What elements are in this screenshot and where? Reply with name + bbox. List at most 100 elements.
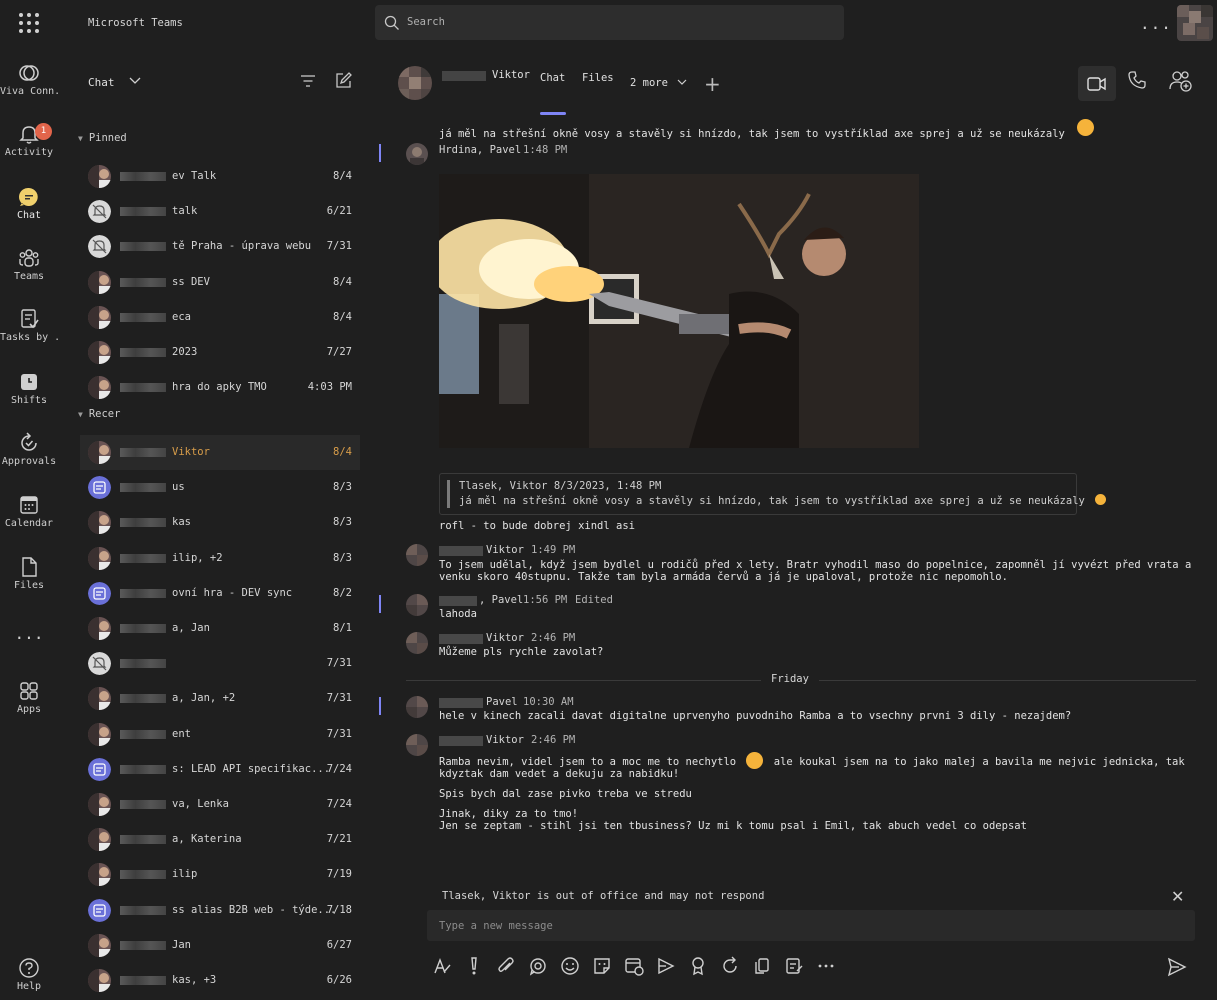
chat-list-item-date: 6/21 xyxy=(326,205,352,218)
more-options-icon[interactable] xyxy=(816,956,836,976)
rail-files[interactable]: Files xyxy=(0,556,58,614)
video-call-button[interactable] xyxy=(1078,66,1116,101)
chat-list-item[interactable]: 2023 7/27 xyxy=(80,335,360,370)
my-message-indicator xyxy=(379,595,381,613)
chat-list-header[interactable]: Chat xyxy=(88,76,141,89)
search-input[interactable]: Search xyxy=(375,5,844,40)
rail-help[interactable]: Help xyxy=(0,957,58,1000)
profile-avatar[interactable] xyxy=(1177,5,1213,41)
chat-list-item[interactable]: ilip, +2 8/3 xyxy=(80,541,360,576)
new-chat-icon[interactable] xyxy=(335,72,352,89)
recent-section-header[interactable]: ▼ Recer xyxy=(78,408,120,420)
chat-list-item[interactable]: va, Lenka 7/24 xyxy=(80,787,360,822)
shared-image[interactable] xyxy=(439,174,919,448)
chat-list-item[interactable]: ev Talk 8/4 xyxy=(80,159,360,194)
chat-list-item[interactable]: a, Jan 8/1 xyxy=(80,611,360,646)
close-icon[interactable]: ✕ xyxy=(1171,887,1184,906)
message-compose-box[interactable]: Type a new message xyxy=(427,910,1195,941)
chat-name-redacted xyxy=(120,870,166,880)
rail-approvals[interactable]: Approvals xyxy=(0,432,58,490)
avatar xyxy=(88,305,111,329)
rail-calendar[interactable]: Calendar xyxy=(0,494,58,552)
chat-list-item[interactable]: Viktor 8/4 xyxy=(80,435,360,470)
chat-list-item[interactable]: ilip 7/19 xyxy=(80,857,360,892)
rail-chat[interactable]: Chat xyxy=(0,186,58,244)
chat-list-item[interactable]: a, Jan, +2 7/31 xyxy=(80,681,360,716)
message-sender: Hrdina, Pavel xyxy=(439,144,522,156)
praise-icon[interactable] xyxy=(688,956,708,976)
add-people-icon[interactable] xyxy=(1169,70,1193,92)
message-list[interactable]: já měl na střešní okně vosy a stavěly si… xyxy=(366,116,1217,846)
refresh-icon[interactable] xyxy=(720,956,740,976)
chat-list-item[interactable]: ent 7/31 xyxy=(80,717,360,752)
chat-list-item[interactable]: a, Katerina 7/21 xyxy=(80,822,360,857)
chat-list-item-date: 7/31 xyxy=(326,657,352,670)
rail-tasks[interactable]: Tasks by ... xyxy=(0,308,58,366)
tab-chat[interactable]: Chat xyxy=(540,72,565,84)
pinned-label: Pinned xyxy=(88,132,127,144)
attach-icon[interactable] xyxy=(496,956,516,976)
message-sender: Viktor xyxy=(486,632,524,644)
send-icon[interactable] xyxy=(1167,957,1187,977)
loop-icon[interactable] xyxy=(528,956,548,976)
rail-label-shifts: Shifts xyxy=(10,395,48,406)
chat-list-item-date: 7/18 xyxy=(326,903,352,916)
group-chat-icon xyxy=(88,898,111,922)
chat-list-item[interactable]: ovní hra - DEV sync 8/2 xyxy=(80,576,360,611)
chat-name-redacted xyxy=(120,905,166,915)
schedule-meeting-icon[interactable] xyxy=(624,956,644,976)
tab-files[interactable]: Files xyxy=(582,72,614,84)
chat-list-item[interactable]: talk 6/21 xyxy=(80,194,360,229)
avatar xyxy=(88,969,111,992)
chat-list-item[interactable]: s: LEAD API specifikac... 7/24 xyxy=(80,752,360,787)
rail-label-help: Help xyxy=(16,981,42,992)
forms-icon[interactable] xyxy=(784,956,804,976)
rail-apps[interactable]: Apps xyxy=(0,680,58,738)
quoted-message[interactable]: Tlasek, Viktor 8/3/2023, 1:48 PM já měl … xyxy=(439,473,1107,515)
chat-list-item[interactable]: eca 8/4 xyxy=(80,300,360,335)
chat-name-redacted xyxy=(120,800,166,809)
tab-more-label: 2 more xyxy=(630,77,668,89)
emoji-icon[interactable] xyxy=(560,956,580,976)
more-options-button[interactable]: ... xyxy=(1140,14,1172,33)
app-launcher-icon[interactable] xyxy=(17,11,41,35)
message-text-line: venku skoro 40stupnu. Takže tam byla arm… xyxy=(439,571,1008,583)
sender-name-redacted xyxy=(439,546,483,556)
avatar xyxy=(406,696,428,718)
chat-list-item[interactable]: tě Praha - úprava webu 7/31 xyxy=(80,229,360,264)
chat-list-item[interactable]: ss DEV 8/4 xyxy=(80,265,360,300)
sticker-icon[interactable] xyxy=(592,956,612,976)
chat-list-item-date: 7/19 xyxy=(326,868,352,881)
chat-main-pane: Viktor Chat Files 2 more + já měl na stř… xyxy=(366,46,1217,1000)
rail-label-chat: Chat xyxy=(16,210,42,221)
pinned-section-header[interactable]: ▼ Pinned xyxy=(78,132,127,144)
chat-list-item[interactable]: hra do apky TMO 4:03 PM xyxy=(80,370,360,405)
chat-list-item[interactable]: kas 8/3 xyxy=(80,505,360,540)
chat-list-item[interactable]: 7/31 xyxy=(80,646,360,681)
rail-viva-connections[interactable]: Viva Conn... xyxy=(0,62,58,120)
group-chat-icon xyxy=(88,757,111,781)
contact-avatar[interactable] xyxy=(398,66,432,100)
rail-shifts[interactable]: Shifts xyxy=(0,371,58,429)
chat-list-item[interactable]: ss alias B2B web - týde... 7/18 xyxy=(80,893,360,928)
chat-list-item[interactable]: kas, +3 6/26 xyxy=(80,963,360,998)
rail-teams[interactable]: Teams xyxy=(0,247,58,305)
message-time: 1:56 PM xyxy=(523,594,568,606)
message-text: hele v kinech zacali davat digitalne upr… xyxy=(439,710,1072,722)
stream-icon[interactable] xyxy=(656,956,676,976)
quote-body-text: já měl na střešní okně vosy a stavěly si… xyxy=(459,495,1085,507)
filter-icon[interactable] xyxy=(300,74,316,88)
more-apps-icon: ... xyxy=(14,624,44,643)
add-tab-icon[interactable]: + xyxy=(704,72,721,96)
copy-icon[interactable] xyxy=(752,956,772,976)
rail-activity[interactable]: 1 Activity xyxy=(0,123,58,181)
tab-more[interactable]: 2 more xyxy=(630,77,687,89)
important-icon[interactable] xyxy=(464,956,484,976)
chat-list-item[interactable]: us 8/3 xyxy=(80,470,360,505)
phone-icon[interactable] xyxy=(1128,71,1146,89)
caret-down-icon: ▼ xyxy=(78,410,83,419)
rail-more-apps[interactable]: ... xyxy=(0,622,58,680)
chat-list-item[interactable]: Jan 6/27 xyxy=(80,928,360,963)
format-icon[interactable] xyxy=(432,956,452,976)
chat-name-redacted xyxy=(120,207,166,217)
